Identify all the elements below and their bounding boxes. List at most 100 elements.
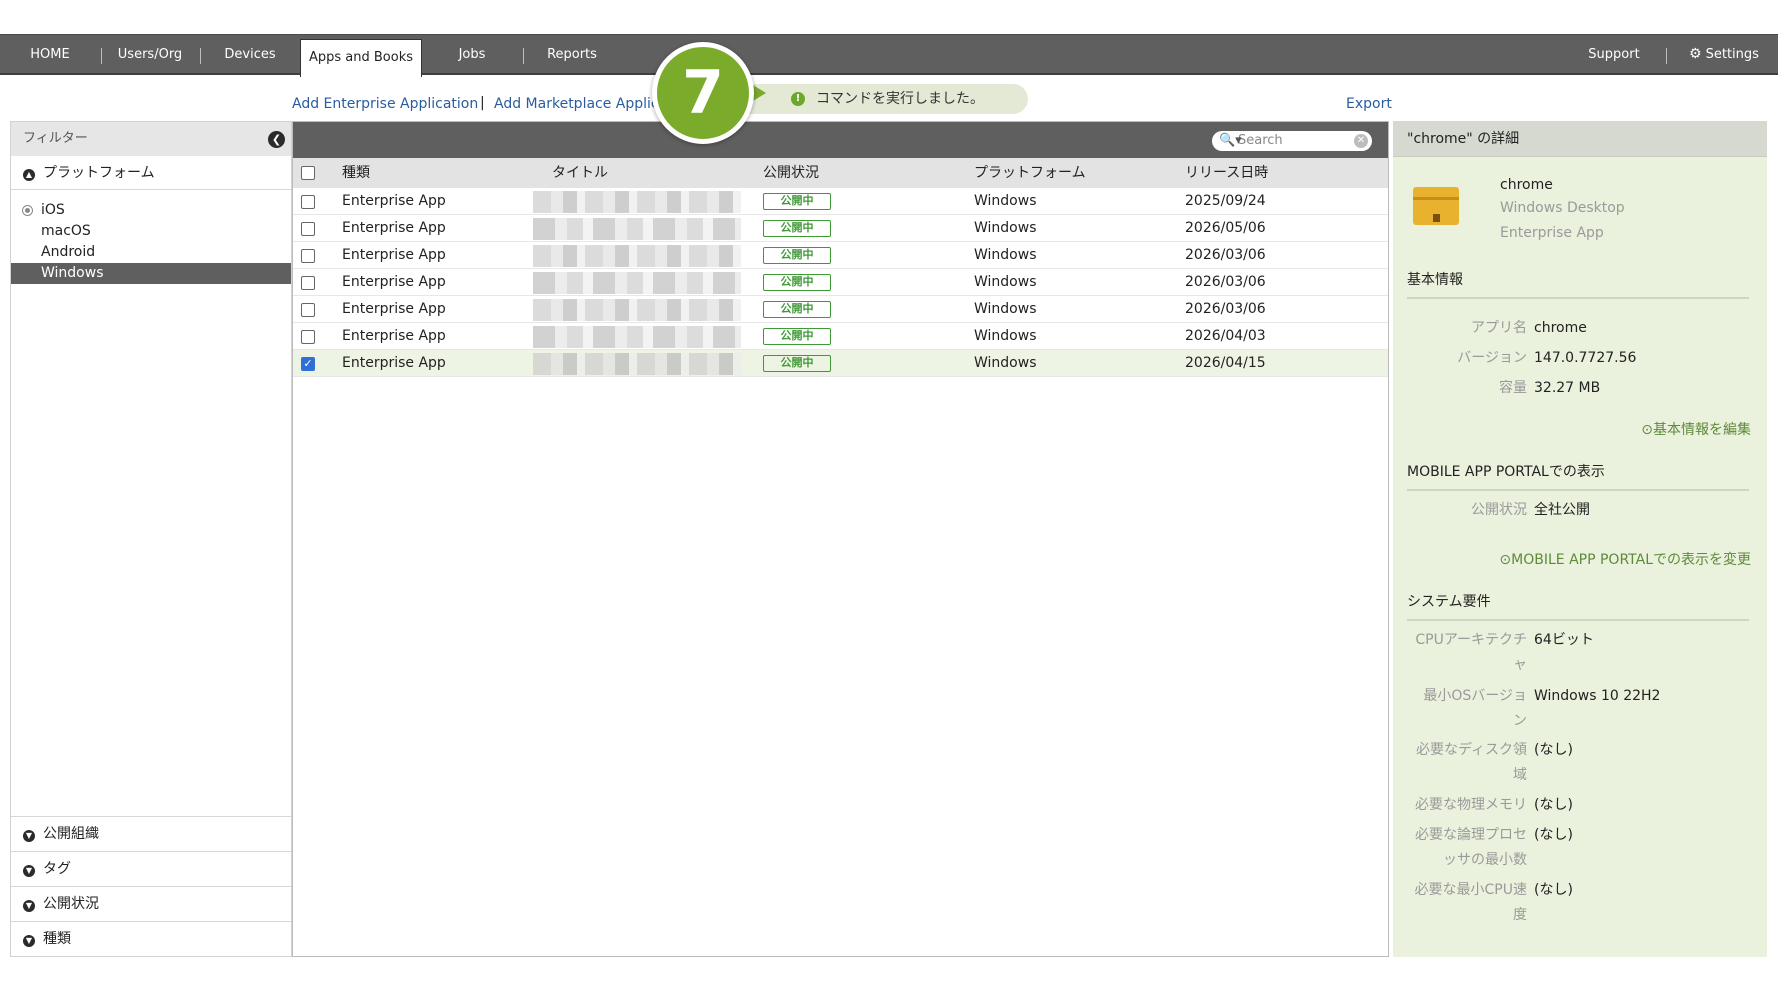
status-badge: 公開中 bbox=[763, 355, 831, 372]
row-checkbox[interactable]: ✓ bbox=[301, 357, 315, 371]
toast-message: コマンドを実行しました。 bbox=[816, 91, 984, 107]
step-number-badge: 7 bbox=[652, 42, 754, 144]
column-header-release-date[interactable]: リリース日時 bbox=[1185, 158, 1268, 188]
filter-section-platform[interactable]: ▲ プラットフォーム bbox=[11, 156, 291, 190]
collapse-panel-icon[interactable]: ❮ bbox=[268, 131, 285, 148]
basic-info-label: アプリ名 bbox=[1471, 320, 1527, 336]
table-row[interactable]: Enterprise App 公開中 Windows 2026/03/06 bbox=[293, 269, 1388, 296]
row-checkbox[interactable] bbox=[301, 195, 315, 209]
cell-type: Enterprise App bbox=[342, 247, 446, 263]
status-badge: 公開中 bbox=[763, 247, 831, 264]
nav-settings-label: Settings bbox=[1705, 47, 1759, 62]
detail-header: "chrome" の詳細 bbox=[1393, 121, 1767, 157]
cell-release-date: 2026/04/03 bbox=[1185, 328, 1266, 344]
nav-support[interactable]: Support bbox=[1586, 35, 1642, 74]
nav-jobs[interactable]: Jobs bbox=[452, 35, 492, 74]
system-req-label-cont: ン bbox=[1513, 713, 1527, 729]
nav-separator bbox=[200, 48, 201, 64]
cell-platform: Windows bbox=[974, 355, 1037, 371]
platform-item-android[interactable]: Android bbox=[11, 242, 291, 263]
alert-icon: ! bbox=[791, 92, 805, 106]
table-row[interactable]: Enterprise App 公開中 Windows 2026/04/03 bbox=[293, 323, 1388, 350]
platform-item-windows[interactable]: Windows bbox=[11, 263, 291, 284]
table-row[interactable]: Enterprise App 公開中 Windows 2026/05/06 bbox=[293, 215, 1388, 242]
row-checkbox[interactable] bbox=[301, 330, 315, 344]
column-header-title[interactable]: タイトル bbox=[552, 158, 608, 188]
system-req-value: (なし) bbox=[1534, 797, 1573, 813]
system-req-label: 必要な最小CPU速 bbox=[1414, 882, 1527, 898]
column-header-platform[interactable]: プラットフォーム bbox=[974, 158, 1086, 188]
portal-status-label: 公開状況 bbox=[1471, 502, 1527, 518]
filter-section-label: 公開状況 bbox=[43, 896, 99, 912]
filter-section-label: 種類 bbox=[43, 931, 71, 947]
system-req-label-cont: ャ bbox=[1513, 657, 1527, 673]
nav-users-org[interactable]: Users/Org bbox=[116, 35, 184, 74]
export-link[interactable]: Export bbox=[1346, 96, 1392, 112]
chevron-up-icon: ▲ bbox=[23, 169, 35, 181]
row-checkbox[interactable] bbox=[301, 303, 315, 317]
nav-reports[interactable]: Reports bbox=[544, 35, 600, 74]
select-all-checkbox[interactable] bbox=[301, 166, 315, 180]
filter-section-type[interactable]: ▼ 種類 bbox=[11, 921, 291, 956]
cell-type: Enterprise App bbox=[342, 193, 446, 209]
platform-item-macos[interactable]: macOS bbox=[11, 221, 291, 242]
detail-panel: "chrome" の詳細 chrome Windows Desktop Ente… bbox=[1393, 121, 1767, 957]
cell-title-redacted bbox=[533, 191, 741, 213]
basic-info-label: バージョン bbox=[1457, 350, 1527, 366]
filter-section-label: タグ bbox=[43, 861, 71, 877]
section-portal-display: MOBILE APP PORTALでの表示 bbox=[1407, 461, 1749, 491]
system-req-label: 最小OSバージョ bbox=[1423, 688, 1527, 704]
column-header-type[interactable]: 種類 bbox=[342, 158, 370, 188]
portal-status-value: 全社公開 bbox=[1534, 502, 1590, 518]
edit-basic-info-link[interactable]: ⊙基本情報を編集 bbox=[1641, 419, 1751, 439]
table-row[interactable]: Enterprise App 公開中 Windows 2026/03/06 bbox=[293, 242, 1388, 269]
cell-release-date: 2026/05/06 bbox=[1185, 220, 1266, 236]
table-row[interactable]: Enterprise App 公開中 Windows 2026/03/06 bbox=[293, 296, 1388, 323]
filter-section-label: 公開組織 bbox=[43, 826, 99, 842]
nav-apps-and-books[interactable]: Apps and Books bbox=[300, 39, 422, 77]
filter-section-organization[interactable]: ▼ 公開組織 bbox=[11, 816, 291, 851]
row-checkbox[interactable] bbox=[301, 222, 315, 236]
filter-section-publish-status[interactable]: ▼ 公開状況 bbox=[11, 886, 291, 921]
nav-separator bbox=[101, 48, 102, 64]
search-icon: 🔍▾ bbox=[1219, 133, 1242, 148]
nav-devices[interactable]: Devices bbox=[222, 35, 278, 74]
basic-info-label: 容量 bbox=[1499, 380, 1527, 396]
section-basic-info: 基本情報 bbox=[1407, 269, 1749, 299]
cell-platform: Windows bbox=[974, 220, 1037, 236]
clear-search-icon[interactable]: ✕ bbox=[1354, 134, 1368, 148]
table-row[interactable]: ✓ Enterprise App 公開中 Windows 2026/04/15 bbox=[293, 350, 1388, 377]
column-header-status[interactable]: 公開状況 bbox=[763, 158, 819, 188]
platform-label: iOS bbox=[41, 202, 65, 218]
table-row[interactable]: Enterprise App 公開中 Windows 2025/09/24 bbox=[293, 188, 1388, 215]
row-checkbox[interactable] bbox=[301, 276, 315, 290]
system-req-label-cont: 度 bbox=[1513, 907, 1527, 923]
edit-portal-display-link[interactable]: ⊙MOBILE APP PORTALでの表示を変更 bbox=[1499, 549, 1751, 569]
add-marketplace-application-link[interactable]: Add Marketplace Applic bbox=[494, 96, 659, 112]
platform-item-ios[interactable]: iOS bbox=[11, 200, 291, 221]
nav-settings[interactable]: ⚙ Settings bbox=[1682, 35, 1766, 74]
nav-separator bbox=[1666, 48, 1667, 64]
platform-label: Android bbox=[41, 244, 96, 260]
top-navigation: HOME Users/Org Devices Apps and Books Jo… bbox=[0, 34, 1778, 77]
cell-platform: Windows bbox=[974, 274, 1037, 290]
chevron-down-icon: ▼ bbox=[23, 830, 35, 842]
table-toolbar: 🔍▾ Search ✕ bbox=[293, 122, 1388, 158]
edit-basic-info-label: 基本情報を編集 bbox=[1653, 422, 1751, 438]
filter-section-tag[interactable]: ▼ タグ bbox=[11, 851, 291, 886]
app-table-panel: 🔍▾ Search ✕ 種類 タイトル 公開状況 プラットフォーム リリース日時… bbox=[292, 121, 1389, 957]
filter-header: フィルター ❮ bbox=[11, 122, 291, 156]
status-badge: 公開中 bbox=[763, 193, 831, 210]
row-checkbox[interactable] bbox=[301, 249, 315, 263]
system-req-label: 必要な論理プロセ bbox=[1415, 827, 1527, 843]
system-req-label: 必要な物理メモリ bbox=[1415, 797, 1527, 813]
gear-icon: ⚙ bbox=[1689, 46, 1702, 62]
nav-home[interactable]: HOME bbox=[30, 35, 70, 74]
app-package-icon bbox=[1413, 187, 1459, 225]
search-input[interactable]: 🔍▾ Search ✕ bbox=[1212, 131, 1372, 151]
system-req-label-cont: 域 bbox=[1513, 767, 1527, 783]
cell-platform: Windows bbox=[974, 301, 1037, 317]
nav-separator bbox=[523, 48, 524, 64]
add-enterprise-application-link[interactable]: Add Enterprise Application bbox=[292, 96, 478, 112]
basic-info-value: 32.27 MB bbox=[1534, 380, 1601, 396]
